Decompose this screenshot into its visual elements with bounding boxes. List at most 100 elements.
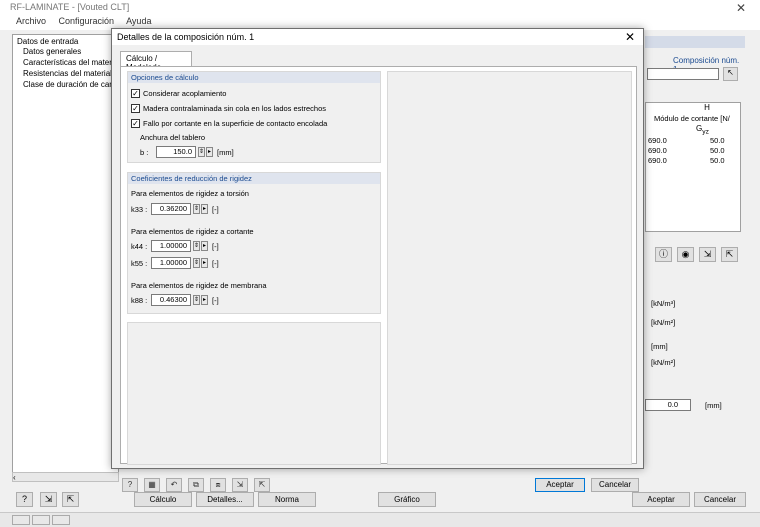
accept-button[interactable]: Aceptar (535, 478, 585, 492)
copy-icon[interactable]: ⧉ (188, 478, 204, 492)
info-icon[interactable]: ⓘ (655, 247, 672, 262)
stiffness-reduction-group: Coeficientes de reducción de rigidez Par… (127, 172, 381, 314)
k44-input[interactable]: 1.00000 (151, 240, 191, 252)
b-label: b : (140, 148, 149, 157)
graphic-button[interactable]: Gráfico (378, 492, 436, 507)
dialog-close-icon[interactable]: ✕ (625, 30, 635, 44)
app-title: RF-LAMINATE - [Vouted CLT] (10, 2, 130, 12)
export-icon[interactable]: ⇱ (721, 247, 738, 262)
shear-label: Para elementos de rigidez a cortante (131, 227, 254, 236)
details-dialog: Detalles de la composición núm. 1 ✕ Cálc… (111, 28, 644, 492)
unit-1: [kN/m³] (651, 299, 676, 308)
check-unglued-edges[interactable]: ✓ (131, 104, 140, 113)
details-button[interactable]: Detalles... (196, 492, 254, 507)
cancel-button[interactable]: Cancelar (591, 478, 639, 492)
col-symbol: Gyz (696, 124, 709, 136)
status-cell-3 (52, 515, 70, 525)
k33-spin-updown[interactable]: ⇕ (193, 204, 200, 214)
help-icon-main[interactable]: ? (16, 492, 33, 507)
tree-scrollbar[interactable]: ‹ (12, 472, 119, 482)
k33-label: k33 : (131, 205, 148, 214)
k44-unit: [-] (212, 242, 219, 251)
stiffness-reduction-header: Coeficientes de reducción de rigidez (128, 173, 380, 184)
k88-spin-updown[interactable]: ⇕ (193, 295, 200, 305)
row-1-prefix: 690.0 (648, 136, 667, 145)
check-shear-failure-label: Fallo por cortante en la superficie de c… (143, 119, 328, 128)
main-cancel-button[interactable]: Cancelar (694, 492, 746, 507)
pick-icon[interactable]: ↖ (723, 67, 738, 81)
check-coupling[interactable]: ✓ (131, 89, 140, 98)
app-titlebar: RF-LAMINATE - [Vouted CLT] ✕ (0, 0, 760, 16)
panel-header-band (645, 36, 745, 48)
unit-4: [kN/m²] (651, 358, 676, 367)
row-2-prefix: 690.0 (648, 146, 667, 155)
tab-calculo-modelado[interactable]: Cálculo / Modelado (120, 51, 192, 72)
row-1-value[interactable]: 50.0 (710, 136, 725, 145)
b-input[interactable]: 150.0 (156, 146, 196, 158)
menu-ayuda[interactable]: Ayuda (126, 16, 151, 26)
k55-spin-updown[interactable]: ⇕ (193, 258, 200, 268)
k55-label: k55 : (131, 259, 148, 268)
material-table: H Módulo de cortante [N/ Gyz 690.0 690.0… (645, 102, 741, 232)
status-cell-1 (12, 515, 30, 525)
col-letter: H (704, 103, 710, 112)
empty-group-left (127, 322, 381, 465)
row-3-prefix: 690.0 (648, 156, 667, 165)
tree-item-general[interactable]: Datos generales (23, 47, 81, 56)
k88-unit: [-] (212, 296, 219, 305)
export-table-icon-main[interactable]: ⇲ (40, 492, 57, 507)
k33-input[interactable]: 0.36200 (151, 203, 191, 215)
menu-archivo[interactable]: Archivo (16, 16, 46, 26)
b-spin-right[interactable]: ▸ (206, 147, 213, 157)
k44-spin-right[interactable]: ▸ (201, 241, 208, 251)
k33-unit: [-] (212, 205, 219, 214)
view-icon[interactable]: ◉ (677, 247, 694, 262)
help-icon[interactable]: ? (122, 478, 138, 492)
paste-icon[interactable]: ⧈ (210, 478, 226, 492)
row-3-value[interactable]: 50.0 (710, 156, 725, 165)
k44-spin-updown[interactable]: ⇕ (193, 241, 200, 251)
b-spin-updown[interactable]: ⇕ (198, 147, 205, 157)
k88-spin-right[interactable]: ▸ (201, 295, 208, 305)
calc-button[interactable]: Cálculo (134, 492, 192, 507)
dialog-title: Detalles de la composición núm. 1 (117, 32, 255, 42)
k88-input[interactable]: 0.46300 (151, 294, 191, 306)
col-header: Módulo de cortante [N/ (654, 114, 730, 123)
row-2-value[interactable]: 50.0 (710, 146, 725, 155)
composition-select[interactable] (647, 68, 719, 80)
check-coupling-label: Considerar acoplamiento (143, 89, 227, 98)
tab-pane: Opciones de cálculo ✓ Considerar acoplam… (120, 66, 637, 465)
empty-group-right (387, 71, 632, 465)
calc-options-header: Opciones de cálculo (128, 72, 380, 83)
offset-input[interactable]: 0.0 (645, 399, 691, 411)
tree-item-strength[interactable]: Resistencias del material (23, 69, 112, 78)
tree-item-material[interactable]: Características del materia (23, 58, 118, 67)
norm-button[interactable]: Norma (258, 492, 316, 507)
k55-input[interactable]: 1.00000 (151, 257, 191, 269)
import-table-icon-main[interactable]: ⇱ (62, 492, 79, 507)
unit-2: [kN/m²] (651, 318, 676, 327)
status-cell-2 (32, 515, 50, 525)
export-icon-dlg[interactable]: ⇲ (232, 478, 248, 492)
unit-3: [mm] (651, 342, 668, 351)
app-close-icon[interactable]: ✕ (736, 1, 746, 15)
k33-spin-right[interactable]: ▸ (201, 204, 208, 214)
offset-unit: [mm] (705, 401, 722, 410)
check-shear-failure[interactable]: ✓ (131, 119, 140, 128)
status-bar (0, 512, 760, 527)
main-ok-button[interactable]: Aceptar (632, 492, 690, 507)
tree-root[interactable]: Datos de entrada (17, 37, 78, 46)
k55-spin-right[interactable]: ▸ (201, 258, 208, 268)
check-unglued-edges-label: Madera contralaminada sin cola en los la… (143, 104, 327, 113)
right-panel: Composición núm. 1 ↖ H Módulo de cortant… (645, 34, 745, 482)
menu-configuracion[interactable]: Configuración (59, 16, 115, 26)
col-symbol-sub: yz (702, 128, 709, 136)
b-unit: [mm] (217, 148, 234, 157)
import-icon-dlg[interactable]: ⇱ (254, 478, 270, 492)
values-icon[interactable]: ▦ (144, 478, 160, 492)
import-icon[interactable]: ⇲ (699, 247, 716, 262)
undo-icon[interactable]: ↶ (166, 478, 182, 492)
k55-unit: [-] (212, 259, 219, 268)
k44-label: k44 : (131, 242, 148, 251)
tree-item-duration[interactable]: Clase de duración de carg (23, 80, 116, 89)
